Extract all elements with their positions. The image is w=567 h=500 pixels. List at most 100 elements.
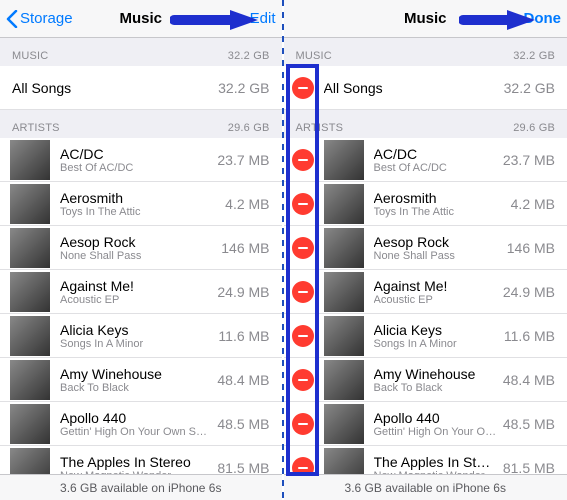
section-artists: ARTISTS 29.6 GB	[0, 110, 282, 138]
delete-icon[interactable]	[292, 413, 314, 435]
delete-icon[interactable]	[292, 281, 314, 303]
artist-row[interactable]: AerosmithToys In The Attic4.2 MB	[284, 182, 567, 226]
artist-size: 146 MB	[221, 240, 269, 256]
section-size: 32.2 GB	[513, 50, 555, 62]
artist-row[interactable]: Aesop RockNone Shall Pass146 MB	[284, 226, 567, 270]
artist-row[interactable]: The Apples In StereoNew Magnetic Wonder8…	[284, 446, 567, 474]
artist-name: Aerosmith	[374, 190, 505, 206]
artist-thumbnail	[324, 316, 364, 356]
artist-size: 48.5 MB	[217, 416, 269, 432]
artist-row[interactable]: Apollo 440Gettin' High On Your Own Suppl…	[284, 402, 567, 446]
delete-icon[interactable]	[292, 325, 314, 347]
artist-name: Apollo 440	[60, 410, 211, 426]
artist-thumbnail	[324, 272, 364, 312]
artist-size: 24.9 MB	[503, 284, 555, 300]
navbar: Storage Music Edit	[0, 0, 282, 38]
artist-name: Against Me!	[60, 278, 211, 294]
artist-thumbnail	[324, 360, 364, 400]
back-button[interactable]: Storage	[6, 10, 73, 28]
artist-row[interactable]: Against Me!Acoustic EP 24.9 MB	[0, 270, 282, 314]
artist-name: Apollo 440	[374, 410, 497, 426]
section-label: MUSIC	[12, 50, 48, 62]
artist-thumbnail	[324, 184, 364, 224]
delete-icon[interactable]	[292, 457, 314, 475]
row-title: All Songs	[324, 80, 498, 96]
done-button[interactable]: Done	[524, 10, 562, 27]
footer-status: 3.6 GB available on iPhone 6s	[284, 474, 567, 500]
artist-name: Aesop Rock	[374, 234, 501, 250]
section-artists: ARTISTS 29.6 GB	[284, 110, 567, 138]
artist-row[interactable]: Alicia KeysSongs In A Minor11.6 MB	[284, 314, 567, 358]
edit-button[interactable]: Edit	[250, 10, 276, 27]
panel-edit: . Music Done MUSIC 32.2 GB All Songs 32.…	[284, 0, 567, 500]
artist-size: 23.7 MB	[217, 152, 269, 168]
section-music: MUSIC 32.2 GB	[284, 38, 567, 66]
artist-thumbnail	[10, 360, 50, 400]
artist-subtitle: Back To Black	[374, 382, 497, 394]
artist-row[interactable]: Apollo 440Gettin' High On Your Own Suppl…	[0, 402, 282, 446]
artist-thumbnail	[10, 140, 50, 180]
row-all-songs[interactable]: All Songs 32.2 GB	[0, 66, 282, 110]
navbar: . Music Done	[284, 0, 567, 38]
footer-status: 3.6 GB available on iPhone 6s	[0, 474, 282, 500]
artist-size: 24.9 MB	[217, 284, 269, 300]
delete-icon[interactable]	[292, 369, 314, 391]
artist-size: 11.6 MB	[218, 328, 269, 344]
artist-name: AC/DC	[374, 146, 497, 162]
artist-name: Against Me!	[374, 278, 497, 294]
artist-thumbnail	[324, 448, 364, 475]
artist-subtitle: Acoustic EP	[374, 294, 497, 306]
artist-name: The Apples In Stereo	[60, 454, 211, 470]
delete-icon[interactable]	[292, 193, 314, 215]
artist-size: 48.5 MB	[503, 416, 555, 432]
artist-size: 48.4 MB	[217, 372, 269, 388]
delete-icon[interactable]	[292, 77, 314, 99]
artist-row[interactable]: AC/DCBest Of AC/DC23.7 MB	[0, 138, 282, 182]
delete-icon[interactable]	[292, 149, 314, 171]
artist-thumbnail	[10, 316, 50, 356]
artist-subtitle: Back To Black	[60, 382, 211, 394]
artist-subtitle: None Shall Pass	[60, 250, 215, 262]
artist-size: 4.2 MB	[225, 196, 269, 212]
artist-subtitle: Toys In The Attic	[60, 206, 219, 218]
artist-size: 23.7 MB	[503, 152, 555, 168]
artist-name: Amy Winehouse	[374, 366, 497, 382]
section-label: ARTISTS	[296, 122, 344, 134]
row-size: 32.2 GB	[504, 80, 555, 96]
artist-subtitle: Gettin' High On Your Own Supply	[60, 426, 211, 438]
row-size: 32.2 GB	[218, 80, 269, 96]
artist-row[interactable]: AerosmithToys In The Attic 4.2 MB	[0, 182, 282, 226]
back-label: Storage	[20, 10, 73, 27]
section-label: ARTISTS	[12, 122, 60, 134]
chevron-left-icon	[6, 10, 18, 28]
artist-name: Alicia Keys	[60, 322, 212, 338]
artist-size: 146 MB	[507, 240, 555, 256]
artist-thumbnail	[10, 228, 50, 268]
artist-size: 48.4 MB	[503, 372, 555, 388]
section-size: 29.6 GB	[513, 122, 555, 134]
artist-thumbnail	[324, 228, 364, 268]
artist-thumbnail	[324, 404, 364, 444]
artist-row[interactable]: Amy WinehouseBack To Black 48.4 MB	[0, 358, 282, 402]
content-scroll[interactable]: MUSIC 32.2 GB All Songs 32.2 GB ARTISTS …	[0, 38, 282, 474]
artist-row[interactable]: Amy WinehouseBack To Black 48.4 MB	[284, 358, 567, 402]
artist-name: Aesop Rock	[60, 234, 215, 250]
section-size: 29.6 GB	[228, 122, 270, 134]
artist-row[interactable]: AC/DCBest Of AC/DC 23.7 MB	[284, 138, 567, 182]
row-all-songs[interactable]: All Songs 32.2 GB	[284, 66, 567, 110]
content-scroll[interactable]: MUSIC 32.2 GB All Songs 32.2 GB ARTISTS …	[284, 38, 567, 474]
artist-name: Aerosmith	[60, 190, 219, 206]
artist-size: 11.6 MB	[504, 328, 555, 344]
artist-row[interactable]: Aesop RockNone Shall Pass 146 MB	[0, 226, 282, 270]
artist-size: 4.2 MB	[511, 196, 555, 212]
delete-icon[interactable]	[292, 237, 314, 259]
artist-thumbnail	[10, 404, 50, 444]
artist-subtitle: Best Of AC/DC	[374, 162, 497, 174]
panel-browse: Storage Music Edit MUSIC 32.2 GB All Son…	[0, 0, 282, 500]
artist-row[interactable]: Alicia KeysSongs In A Minor11.6 MB	[0, 314, 282, 358]
artist-row[interactable]: Against Me!Acoustic EP 24.9 MB	[284, 270, 567, 314]
artist-name: Amy Winehouse	[60, 366, 211, 382]
artist-row[interactable]: The Apples In StereoNew Magnetic Wonder8…	[0, 446, 282, 474]
artist-subtitle: Acoustic EP	[60, 294, 211, 306]
artist-name: The Apples In Stereo	[374, 454, 497, 470]
